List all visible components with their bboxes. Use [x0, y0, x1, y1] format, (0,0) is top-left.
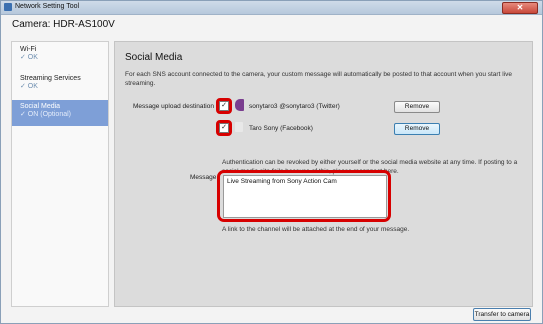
twitter-account-name: sonytaro3 @sonytaro3 (Twitter) — [249, 103, 340, 110]
page-title: Social Media — [125, 52, 183, 63]
sidebar-item-label: Streaming Services — [20, 75, 81, 82]
twitter-account-icon — [235, 99, 244, 111]
camera-label: Camera: HDR-AS100V — [12, 19, 115, 30]
transfer-to-camera-button[interactable]: Transfer to camera — [473, 308, 531, 321]
window-title: Network Setting Tool — [15, 3, 80, 10]
facebook-account-icon — [235, 122, 243, 132]
description-text: For each SNS account connected to the ca… — [125, 71, 512, 87]
remove-twitter-button[interactable]: Remove — [394, 101, 440, 113]
app-window: Network Setting Tool ✕ Camera: HDR-AS100… — [0, 0, 543, 324]
sidebar-item-social-media[interactable]: Social Media ✓ ON (Optional) — [12, 100, 108, 126]
sidebar-item-status: ✓ ON (Optional) — [20, 111, 71, 118]
sidebar: Wi-Fi ✓ OK Streaming Services ✓ OK Socia… — [11, 41, 109, 307]
close-icon[interactable]: ✕ — [502, 2, 538, 14]
sidebar-item-status: ✓ OK — [20, 54, 38, 61]
app-icon — [4, 3, 12, 11]
remove-facebook-button[interactable]: Remove — [394, 123, 440, 135]
twitter-checkbox[interactable]: ✓ — [219, 101, 229, 111]
title-bar: Network Setting Tool ✕ — [1, 1, 542, 15]
link-note: A link to the channel will be attached a… — [222, 226, 410, 233]
upload-destination-label: Message upload destination — [133, 103, 214, 110]
sidebar-item-status: ✓ OK — [20, 83, 38, 90]
sidebar-item-label: Wi-Fi — [20, 46, 37, 53]
facebook-checkbox[interactable]: ✓ — [219, 123, 229, 133]
main-panel: Social Media For each SNS account connec… — [114, 41, 533, 307]
message-input[interactable]: Live Streaming from Sony Action Cam — [223, 175, 387, 218]
sidebar-item-streaming-services[interactable]: Streaming Services ✓ OK — [12, 75, 108, 97]
message-label: Message — [190, 174, 217, 181]
sidebar-item-wifi[interactable]: Wi-Fi ✓ OK — [12, 46, 108, 68]
facebook-account-name: Taro Sony (Facebook) — [249, 125, 313, 132]
sidebar-item-label: Social Media — [20, 103, 61, 110]
